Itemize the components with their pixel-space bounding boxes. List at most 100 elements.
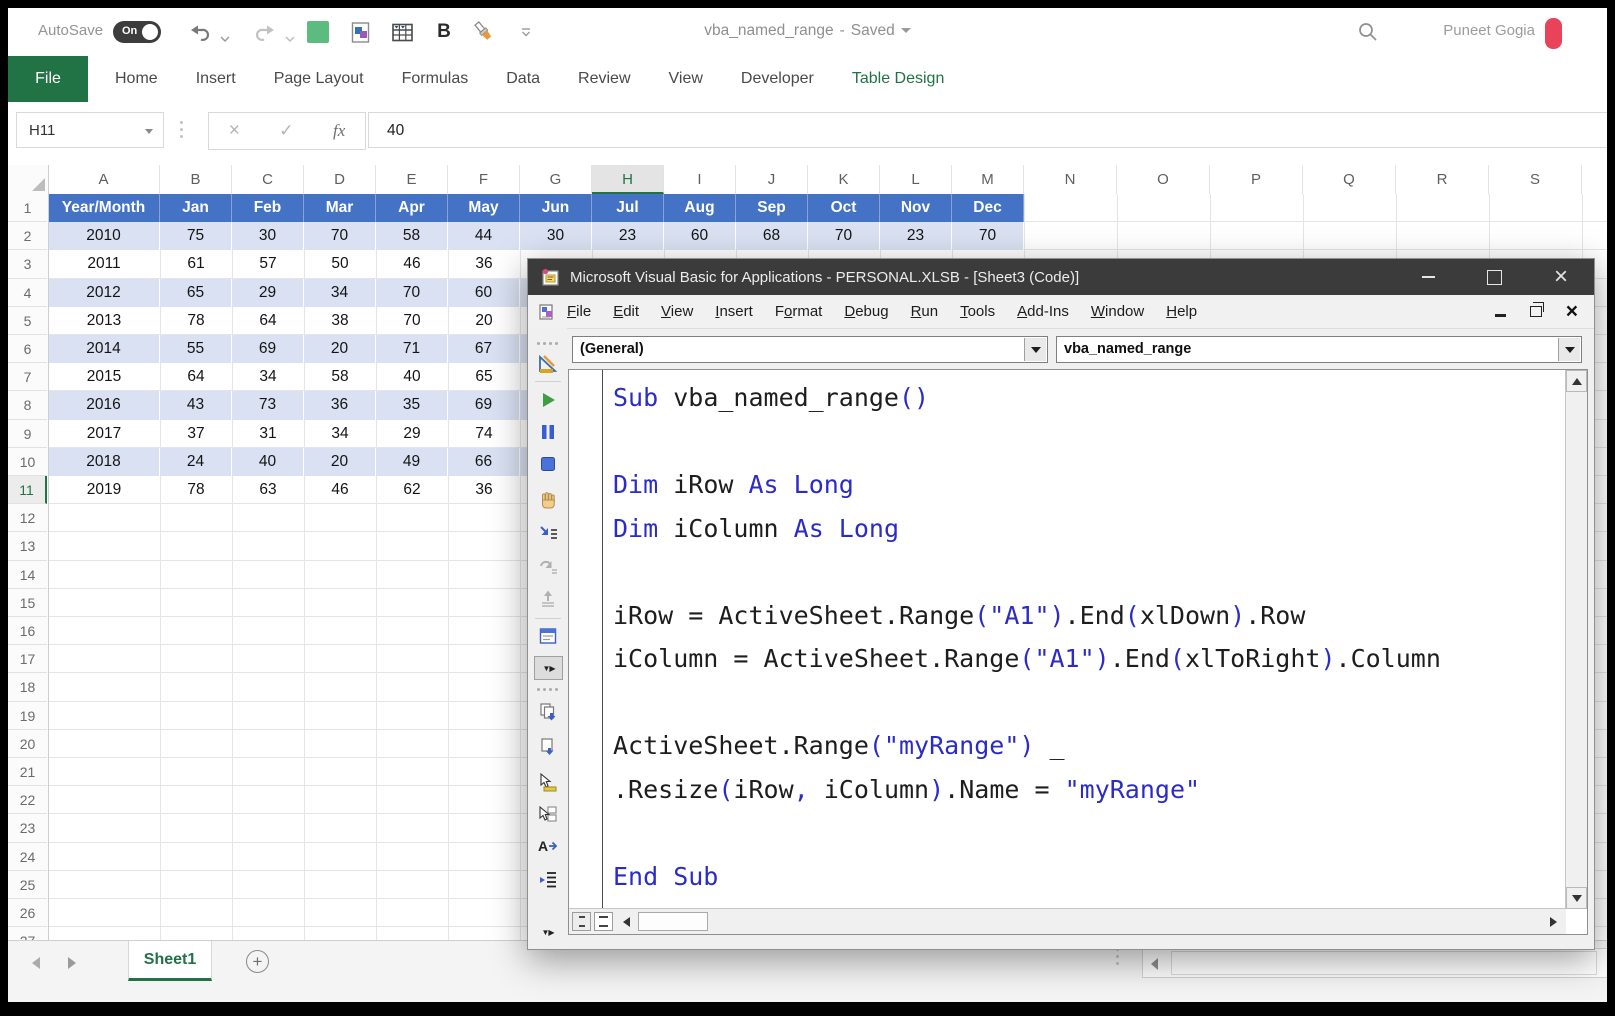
table-cell[interactable]: 64: [232, 307, 304, 335]
row-header-16[interactable]: 16: [8, 617, 47, 645]
select-all-button[interactable]: [8, 165, 49, 194]
table-cell[interactable]: 44: [448, 222, 520, 250]
prev-sheet-icon[interactable]: [32, 957, 40, 969]
toolbar-grip[interactable]: [537, 342, 540, 345]
step-out-icon[interactable]: [536, 587, 560, 611]
vba-menu-debug[interactable]: Debug: [833, 303, 899, 320]
table-cell[interactable]: 2010: [48, 222, 160, 250]
tab-formulas[interactable]: Formulas: [383, 56, 488, 102]
copy-module-icon[interactable]: [536, 700, 560, 724]
export-module-icon[interactable]: [536, 735, 560, 759]
scroll-down-icon[interactable]: [1566, 887, 1587, 909]
column-header-D[interactable]: D: [304, 165, 376, 194]
step-into-icon[interactable]: [536, 522, 560, 546]
table-cell[interactable]: 40: [232, 448, 304, 476]
table-cell[interactable]: 24: [160, 448, 232, 476]
vertical-scrollbar[interactable]: [1565, 370, 1587, 909]
table-cell[interactable]: 58: [304, 363, 376, 391]
tab-file[interactable]: File: [8, 56, 88, 102]
row-header-7[interactable]: 7: [8, 363, 47, 391]
column-header-Q[interactable]: Q: [1303, 165, 1396, 194]
procedure-view-icon[interactable]: [572, 912, 591, 931]
table-cell[interactable]: Jul: [592, 194, 664, 222]
name-box[interactable]: H11: [16, 112, 164, 148]
column-header-N[interactable]: N: [1024, 165, 1117, 194]
column-header-L[interactable]: L: [880, 165, 952, 194]
table-cell[interactable]: 78: [160, 307, 232, 335]
table-cell[interactable]: 70: [304, 222, 376, 250]
table-cell[interactable]: 36: [304, 391, 376, 419]
next-sheet-icon[interactable]: [68, 957, 76, 969]
table-cell[interactable]: Oct: [808, 194, 880, 222]
row-header-10[interactable]: 10: [8, 448, 47, 476]
column-header-M[interactable]: M: [952, 165, 1024, 194]
break-icon[interactable]: [536, 420, 560, 444]
table-cell[interactable]: Year/Month: [48, 194, 160, 222]
indent-icon[interactable]: [536, 868, 560, 892]
table-cell[interactable]: 23: [880, 222, 952, 250]
toolbar-grip[interactable]: [537, 688, 540, 691]
code-horizontal-scrollbar[interactable]: [569, 908, 1566, 934]
row-header-1[interactable]: 1: [8, 194, 47, 222]
minimize-icon[interactable]: [1422, 276, 1435, 278]
table-cell[interactable]: 68: [736, 222, 808, 250]
column-header-P[interactable]: P: [1210, 165, 1303, 194]
vba-menu-view[interactable]: View: [650, 303, 704, 320]
row-header-27[interactable]: 27: [8, 927, 47, 940]
full-module-view-icon[interactable]: [594, 912, 613, 931]
tab-view[interactable]: View: [650, 56, 722, 102]
table-cell[interactable]: Sep: [736, 194, 808, 222]
vba-menu-insert[interactable]: Insert: [704, 303, 764, 320]
horizontal-scrollbar[interactable]: [1142, 948, 1607, 978]
table-cell[interactable]: 2014: [48, 335, 160, 363]
table-cell[interactable]: 20: [304, 335, 376, 363]
row-header-14[interactable]: 14: [8, 561, 47, 589]
tab-review[interactable]: Review: [559, 56, 649, 102]
table-cell[interactable]: 31: [232, 420, 304, 448]
cancel-icon[interactable]: ×: [229, 120, 240, 142]
table-cell[interactable]: 58: [376, 222, 448, 250]
row-header-22[interactable]: 22: [8, 786, 47, 814]
table-cell[interactable]: 30: [232, 222, 304, 250]
table-cell[interactable]: 29: [232, 279, 304, 307]
table-cell[interactable]: 29: [376, 420, 448, 448]
table-cell[interactable]: 2015: [48, 363, 160, 391]
column-header-A[interactable]: A: [48, 165, 160, 194]
toggle-bookmark-icon[interactable]: [536, 770, 560, 794]
table-cell[interactable]: 70: [376, 307, 448, 335]
table-cell[interactable]: Dec: [952, 194, 1024, 222]
table-cell[interactable]: 37: [160, 420, 232, 448]
table-cell[interactable]: 60: [664, 222, 736, 250]
vba-menu-edit[interactable]: Edit: [602, 303, 650, 320]
name-box-dropdown-icon[interactable]: [145, 129, 153, 134]
row-header-19[interactable]: 19: [8, 702, 47, 730]
row-header-3[interactable]: 3: [8, 250, 47, 278]
row-header-21[interactable]: 21: [8, 758, 47, 786]
row-header-15[interactable]: 15: [8, 589, 47, 617]
scrollbar-thumb[interactable]: [638, 912, 708, 931]
column-header-S[interactable]: S: [1489, 165, 1582, 194]
row-header-9[interactable]: 9: [8, 420, 47, 448]
table-cell[interactable]: Aug: [664, 194, 736, 222]
table-cell[interactable]: 50: [304, 250, 376, 278]
step-over-icon[interactable]: [536, 554, 560, 578]
vba-menu-help[interactable]: Help: [1155, 303, 1208, 320]
vba-menu-format[interactable]: Format: [764, 303, 834, 320]
table-cell[interactable]: 46: [304, 476, 376, 504]
row-header-6[interactable]: 6: [8, 335, 47, 363]
vba-menu-run[interactable]: Run: [900, 303, 950, 320]
table-cell[interactable]: 34: [304, 420, 376, 448]
table-cell[interactable]: 60: [448, 279, 520, 307]
column-header-E[interactable]: E: [376, 165, 448, 194]
table-cell[interactable]: 65: [160, 279, 232, 307]
table-cell[interactable]: 49: [376, 448, 448, 476]
table-cell[interactable]: Nov: [880, 194, 952, 222]
table-cell[interactable]: May: [448, 194, 520, 222]
table-cell[interactable]: 34: [232, 363, 304, 391]
scroll-left-icon[interactable]: [617, 912, 636, 931]
dropdown-arrow-icon[interactable]: [1558, 338, 1580, 361]
table-cell[interactable]: 36: [448, 250, 520, 278]
table-cell[interactable]: 34: [304, 279, 376, 307]
table-cell[interactable]: 2018: [48, 448, 160, 476]
table-cell[interactable]: 70: [376, 279, 448, 307]
